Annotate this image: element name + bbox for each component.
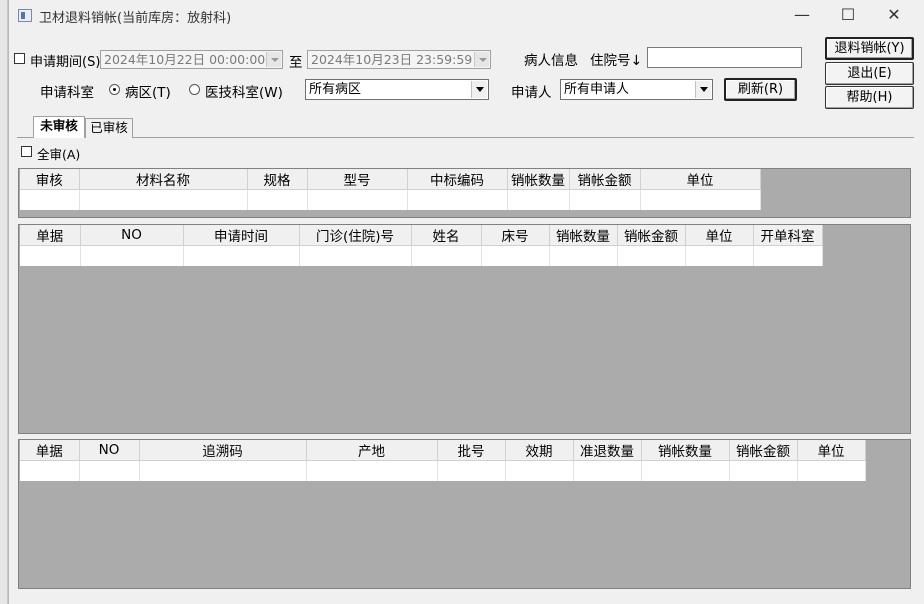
column-header[interactable]: 销帐数量 xyxy=(507,169,570,190)
column-header[interactable]: 产地 xyxy=(306,440,438,461)
column-header[interactable]: 单位 xyxy=(797,440,866,461)
applicant-label: 申请人 xyxy=(511,85,552,101)
tab-strip-line xyxy=(17,137,914,138)
column-header[interactable]: 门诊(住院)号 xyxy=(299,225,412,246)
date-to-picker[interactable]: 2024年10月23日 23:59:59 xyxy=(307,50,491,69)
request-grid-panel: 单据 NO 申请时间 门诊(住院)号 姓名 床号 销帐数量 销帐金额 单位 开单… xyxy=(18,224,911,434)
date-to-value: 2024年10月23日 23:59:59 xyxy=(311,52,473,67)
material-grid-panel: 审核 材料名称 规格 型号 中标编码 销帐数量 销帐金额 单位 xyxy=(18,168,911,218)
column-header[interactable]: 销帐金额 xyxy=(617,225,686,246)
grid-header-row: 单据 NO 追溯码 产地 批号 效期 准退数量 销帐数量 销帐金额 单位 xyxy=(20,440,866,461)
dept-label: 申请科室 xyxy=(40,85,94,101)
column-header[interactable]: 追溯码 xyxy=(139,440,307,461)
column-header[interactable]: 型号 xyxy=(307,169,408,190)
column-header[interactable]: 审核 xyxy=(20,169,80,190)
column-header[interactable]: 开单科室 xyxy=(753,225,823,246)
patient-info-label: 病人信息 xyxy=(524,53,578,69)
column-header[interactable]: 销帐金额 xyxy=(569,169,641,190)
window-title: 卫材退料销帐(当前库房：放射科) xyxy=(39,11,232,26)
column-header[interactable]: 单据 xyxy=(20,440,80,461)
applicant-select-value: 所有申请人 xyxy=(564,82,630,97)
column-header[interactable]: 规格 xyxy=(247,169,308,190)
column-header[interactable]: 床号 xyxy=(481,225,550,246)
column-header[interactable]: 申请时间 xyxy=(183,225,300,246)
dropdown-arrow-icon xyxy=(474,52,489,67)
table-row[interactable] xyxy=(20,189,761,210)
column-header[interactable]: 材料名称 xyxy=(79,169,248,190)
column-header[interactable]: 销帐数量 xyxy=(549,225,618,246)
app-icon xyxy=(18,9,32,22)
table-row[interactable] xyxy=(20,245,823,266)
date-from-picker[interactable]: 2024年10月22日 00:00:00 xyxy=(100,50,283,69)
column-header[interactable]: 单位 xyxy=(640,169,761,190)
dropdown-arrow-icon xyxy=(471,81,487,98)
return-writeoff-button[interactable]: 退料销帐(Y) xyxy=(825,37,914,60)
table-row[interactable] xyxy=(20,460,866,481)
trace-grid-panel: 单据 NO 追溯码 产地 批号 效期 准退数量 销帐数量 销帐金额 单位 xyxy=(18,439,911,589)
material-grid: 审核 材料名称 规格 型号 中标编码 销帐数量 销帐金额 单位 xyxy=(20,169,761,210)
ward-radio[interactable] xyxy=(109,84,120,95)
column-header[interactable]: 准退数量 xyxy=(573,440,642,461)
trace-grid: 单据 NO 追溯码 产地 批号 效期 准退数量 销帐数量 销帐金额 单位 xyxy=(20,440,866,481)
inpatient-no-input[interactable] xyxy=(647,47,802,68)
column-header[interactable]: NO xyxy=(80,225,184,246)
tab-unreviewed[interactable]: 未审核 xyxy=(33,116,85,138)
tab-reviewed[interactable]: 已审核 xyxy=(85,118,133,138)
ward-radio-label[interactable]: 病区(T) xyxy=(125,81,171,101)
exit-button[interactable]: 退出(E) xyxy=(825,62,914,85)
column-header[interactable]: 姓名 xyxy=(411,225,482,246)
to-label: 至 xyxy=(289,55,303,71)
column-header[interactable]: 中标编码 xyxy=(407,169,508,190)
column-header[interactable]: 效期 xyxy=(505,440,574,461)
column-header[interactable]: 单位 xyxy=(685,225,754,246)
medtech-radio[interactable] xyxy=(189,84,200,95)
dropdown-arrow-icon xyxy=(266,52,281,67)
column-header[interactable]: 批号 xyxy=(437,440,506,461)
ward-select[interactable]: 所有病区 xyxy=(305,79,489,100)
help-button[interactable]: 帮助(H) xyxy=(825,86,914,109)
period-checkbox[interactable] xyxy=(14,53,25,64)
dropdown-arrow-icon xyxy=(695,81,711,98)
medtech-radio-label[interactable]: 医技科室(W) xyxy=(205,81,283,101)
column-header[interactable]: 销帐金额 xyxy=(729,440,798,461)
select-all-checkbox[interactable] xyxy=(21,146,32,157)
inpatient-no-label[interactable]: 住院号↓ xyxy=(590,49,642,69)
close-button[interactable]: ✕ xyxy=(871,0,917,32)
refresh-button[interactable]: 刷新(R) xyxy=(724,78,797,101)
column-header[interactable]: 单据 xyxy=(20,225,81,246)
applicant-select[interactable]: 所有申请人 xyxy=(560,79,713,100)
select-all-label[interactable]: 全审(A) xyxy=(37,144,80,163)
sort-down-arrow-icon: ↓ xyxy=(630,53,643,69)
title-bar: 卫材退料销帐(当前库房：放射科) — ☐ ✕ xyxy=(9,0,924,32)
grid-header-row: 审核 材料名称 规格 型号 中标编码 销帐数量 销帐金额 单位 xyxy=(20,169,761,190)
maximize-button[interactable]: ☐ xyxy=(825,0,871,32)
column-header[interactable]: NO xyxy=(79,440,140,461)
background-window-edge xyxy=(0,0,8,604)
grid-header-row: 单据 NO 申请时间 门诊(住院)号 姓名 床号 销帐数量 销帐金额 单位 开单… xyxy=(20,225,823,246)
column-header[interactable]: 销帐数量 xyxy=(641,440,730,461)
request-grid: 单据 NO 申请时间 门诊(住院)号 姓名 床号 销帐数量 销帐金额 单位 开单… xyxy=(20,225,823,266)
app-window: 卫材退料销帐(当前库房：放射科) — ☐ ✕ 申请期间(S) 2024年10月2… xyxy=(8,0,924,604)
ward-select-value: 所有病区 xyxy=(309,82,362,97)
period-label: 申请期间(S) xyxy=(30,55,101,70)
minimize-button[interactable]: — xyxy=(779,0,825,32)
date-from-value: 2024年10月22日 00:00:00 xyxy=(104,52,266,67)
